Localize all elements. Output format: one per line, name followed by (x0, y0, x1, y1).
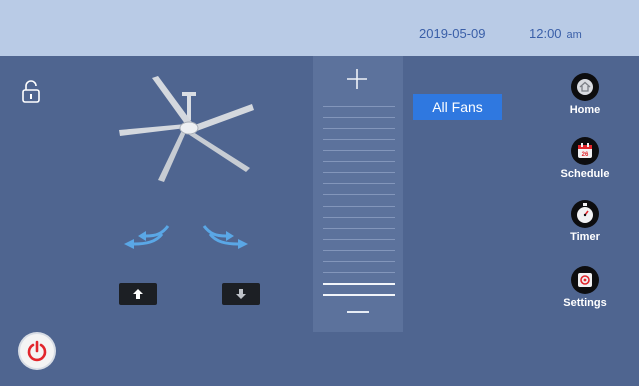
nav-settings-label: Settings (563, 297, 607, 309)
speed-level-line (323, 250, 395, 251)
direction-down-button[interactable] (222, 283, 260, 305)
nav-home[interactable]: Home (552, 72, 618, 116)
speed-level-line (323, 116, 395, 118)
fan-control-screen: 2019-05-09 12:00 am All Fans Home 26 Sch… (0, 0, 639, 386)
nav-timer-label: Timer (570, 231, 600, 243)
speed-level-line (323, 161, 395, 163)
speed-level-line (323, 216, 395, 218)
time-display: 12:00 am (529, 26, 582, 41)
speed-level-line (323, 127, 395, 129)
date-display: 2019-05-09 (419, 26, 486, 41)
speed-level-line (323, 194, 395, 196)
speed-increase-button[interactable] (346, 68, 368, 90)
minus-icon (347, 311, 369, 313)
time-value: 12:00 (529, 26, 562, 41)
speed-level-line (323, 183, 395, 185)
time-ampm: am (566, 29, 582, 41)
home-icon (571, 73, 599, 101)
nav-schedule-label: Schedule (560, 168, 610, 180)
power-icon (27, 340, 47, 362)
direction-up-button[interactable] (119, 283, 157, 305)
speed-slider[interactable] (313, 56, 403, 332)
power-button[interactable] (20, 334, 54, 368)
svg-text:26: 26 (582, 152, 589, 158)
speed-level-line (323, 138, 395, 140)
all-fans-button[interactable]: All Fans (413, 94, 502, 120)
stopwatch-icon (571, 200, 599, 228)
airflow-left-icon (116, 222, 176, 252)
nav-settings[interactable]: Settings (552, 265, 618, 309)
unlock-icon[interactable] (18, 78, 44, 104)
speed-level-line (323, 261, 395, 263)
speed-level-line (323, 238, 395, 240)
speed-level-line (323, 205, 395, 207)
speed-level-line (323, 172, 395, 174)
status-bar: 2019-05-09 12:00 am (0, 0, 639, 56)
speed-level-line (323, 283, 395, 286)
plus-icon (347, 69, 367, 89)
speed-level-line (323, 150, 395, 151)
arrow-up-icon (133, 289, 143, 299)
calendar-icon: 26 (571, 137, 599, 165)
speed-level-line (323, 227, 395, 229)
nav-schedule[interactable]: 26 Schedule (552, 136, 618, 180)
ceiling-fan-icon (110, 70, 270, 190)
nav-home-label: Home (569, 104, 601, 116)
speed-level-line (323, 105, 395, 107)
arrow-down-icon (236, 289, 246, 299)
airflow-right-icon (196, 222, 256, 252)
nav-timer[interactable]: Timer (552, 199, 618, 243)
speed-level-line (323, 272, 395, 274)
speed-level-line (323, 294, 395, 297)
speed-level-scale (323, 100, 395, 300)
gear-icon (571, 266, 599, 294)
